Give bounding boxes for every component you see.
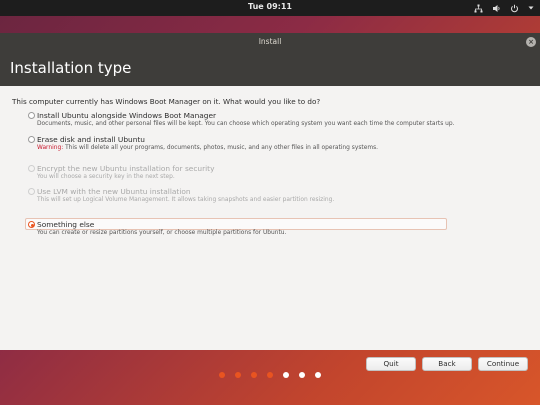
option-desc: This will delete all your programs, docu…: [65, 145, 379, 151]
page-header: Installation type: [0, 51, 540, 86]
radio-something-else[interactable]: [28, 221, 35, 228]
installer-window: Install × Installation type This compute…: [0, 33, 540, 371]
volume-icon[interactable]: [492, 4, 501, 13]
option-desc-wrap: Warning: This will delete all your progr…: [37, 145, 378, 151]
question-text: This computer currently has Windows Boot…: [12, 97, 321, 106]
button-bar: Quit Back Continue: [366, 357, 528, 371]
back-button[interactable]: Back: [422, 357, 472, 371]
window-titlebar[interactable]: Install ×: [0, 33, 540, 51]
network-icon[interactable]: [474, 4, 483, 13]
option-label: Erase disk and install Ubuntu: [37, 135, 145, 144]
option-desc: Documents, music, and other personal fil…: [37, 121, 455, 127]
system-tray[interactable]: [474, 1, 534, 15]
power-icon[interactable]: [510, 4, 519, 13]
continue-button[interactable]: Continue: [478, 357, 528, 371]
chevron-down-icon[interactable]: [528, 5, 534, 11]
progress-dot: [219, 372, 225, 378]
progress-dot: [299, 372, 305, 378]
radio-install-alongside[interactable]: [28, 112, 35, 119]
option-label: Encrypt the new Ubuntu installation for …: [37, 164, 215, 173]
page-title: Installation type: [10, 59, 132, 77]
top-panel: Tue 09:11: [0, 0, 540, 16]
progress-dot: [267, 372, 273, 378]
option-desc: This will set up Logical Volume Manageme…: [37, 197, 335, 203]
window-title: Install: [258, 37, 282, 46]
clock[interactable]: Tue 09:11: [0, 2, 540, 11]
radio-erase-disk[interactable]: [28, 136, 35, 143]
main-content: This computer currently has Windows Boot…: [0, 86, 540, 371]
warning-label: Warning:: [37, 145, 64, 151]
quit-button[interactable]: Quit: [366, 357, 416, 371]
radio-lvm: [28, 188, 35, 195]
progress-dot: [235, 372, 241, 378]
progress-dots: [219, 372, 321, 378]
option-desc: You can create or resize partitions your…: [37, 230, 287, 236]
option-label: Something else: [37, 220, 95, 229]
option-label: Install Ubuntu alongside Windows Boot Ma…: [37, 111, 217, 120]
close-icon[interactable]: ×: [526, 37, 536, 47]
radio-encrypt: [28, 165, 35, 172]
option-desc: You will choose a security key in the ne…: [37, 174, 175, 180]
progress-dot: [283, 372, 289, 378]
option-label: Use LVM with the new Ubuntu installation: [37, 187, 191, 196]
progress-dot: [251, 372, 257, 378]
progress-dot: [315, 372, 321, 378]
